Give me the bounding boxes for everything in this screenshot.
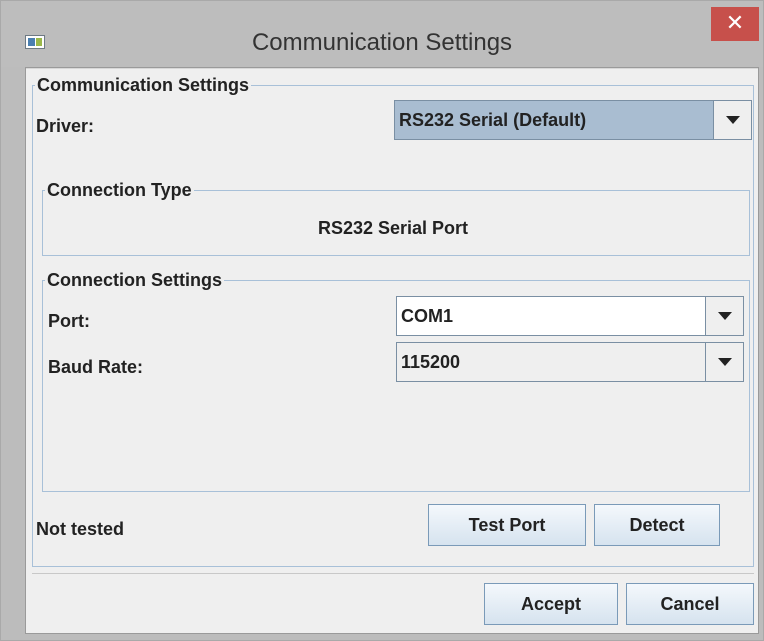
cancel-button[interactable]: Cancel [626, 583, 754, 625]
baud-rate-label: Baud Rate: [48, 357, 144, 377]
driver-dropdown-button[interactable] [713, 101, 751, 139]
port-label: Port: [48, 311, 90, 331]
test-port-button[interactable]: Test Port [428, 504, 586, 546]
driver-select-value: RS232 Serial (Default) [399, 110, 587, 130]
status-text: Not tested [36, 519, 125, 539]
port-select[interactable]: COM1 [396, 296, 744, 336]
baud-rate-select-value: 115200 [401, 352, 461, 372]
divider [32, 573, 754, 574]
driver-select[interactable]: RS232 Serial (Default) [394, 100, 752, 140]
window-title: Communication Settings [251, 29, 513, 56]
title-bar[interactable]: Communication Settings ✕ [1, 1, 763, 67]
communication-settings-legend: Communication Settings [37, 75, 250, 95]
baud-rate-dropdown-button[interactable] [705, 343, 743, 381]
accept-button[interactable]: Accept [484, 583, 618, 625]
chevron-down-icon [718, 312, 732, 320]
divider [26, 68, 758, 69]
detect-button[interactable]: Detect [594, 504, 720, 546]
chevron-down-icon [726, 116, 740, 124]
driver-label: Driver: [36, 116, 95, 136]
dialog-window: Communication Settings ✕ Communication S… [0, 0, 764, 641]
baud-rate-select[interactable]: 115200 [396, 342, 744, 382]
dialog-content: Communication Settings Driver: RS232 Ser… [25, 67, 759, 634]
close-icon: ✕ [725, 10, 745, 35]
port-dropdown-button[interactable] [705, 297, 743, 335]
connection-type-legend: Connection Type [47, 180, 192, 200]
connection-settings-legend: Connection Settings [47, 270, 222, 290]
close-button[interactable]: ✕ [711, 7, 759, 41]
chevron-down-icon [718, 358, 732, 366]
connection-type-value: RS232 Serial Port [317, 218, 469, 238]
port-select-value: COM1 [401, 306, 454, 326]
